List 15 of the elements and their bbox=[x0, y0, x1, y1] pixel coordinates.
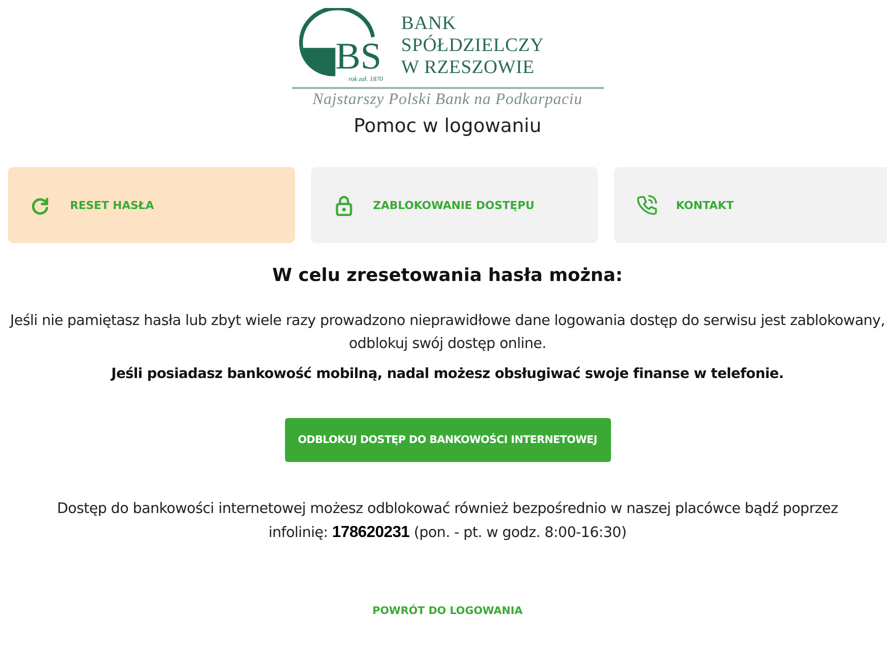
unlock-button[interactable]: ODBLOKUJ DOSTĘP DO BANKOWOŚCI INTERNETOWEJ bbox=[284, 418, 610, 462]
section-heading: W celu zresetowania hasła można: bbox=[272, 265, 623, 286]
tab[interactable]: KONTAKT bbox=[614, 167, 887, 243]
tab[interactable]: RESET HASŁA bbox=[8, 167, 295, 243]
page-title: Pomoc w logowaniu bbox=[354, 115, 542, 137]
branch-note: Dostęp do bankowości internetowej możesz odblokować również bezpośrednio w naszej placówce bądź poprzez infolinię: 178620231 (pon. - pt. w godz. 8:00-16:30) bbox=[56, 500, 839, 543]
phone-icon bbox=[636, 194, 658, 216]
bank-name-line: BANK SPÓŁDZIELCZY bbox=[401, 13, 546, 57]
mobile-note: Jeśli posiadasz bankowość mobilną, nadal możesz obsługiwać swoje finanse w telefonie. bbox=[111, 366, 784, 382]
bank-name-line: W RZESZOWIE bbox=[401, 57, 536, 79]
padlock-icon bbox=[333, 194, 355, 216]
tab[interactable]: ZABLOKOWANIE DOSTĘPU bbox=[311, 167, 598, 243]
info-text: Jeśli nie pamiętasz hasła lub zbyt wiele razy prowadzono nieprawidłowe dane logowania dostęp do serwisu jest zablokowany, odblokuj swój dostęp online. bbox=[8, 312, 886, 354]
bank-motto: Najstarszy Polski Bank na Podkarpaciu bbox=[312, 91, 582, 109]
back-link[interactable]: POWRÓT DO LOGOWANIA bbox=[372, 605, 523, 617]
